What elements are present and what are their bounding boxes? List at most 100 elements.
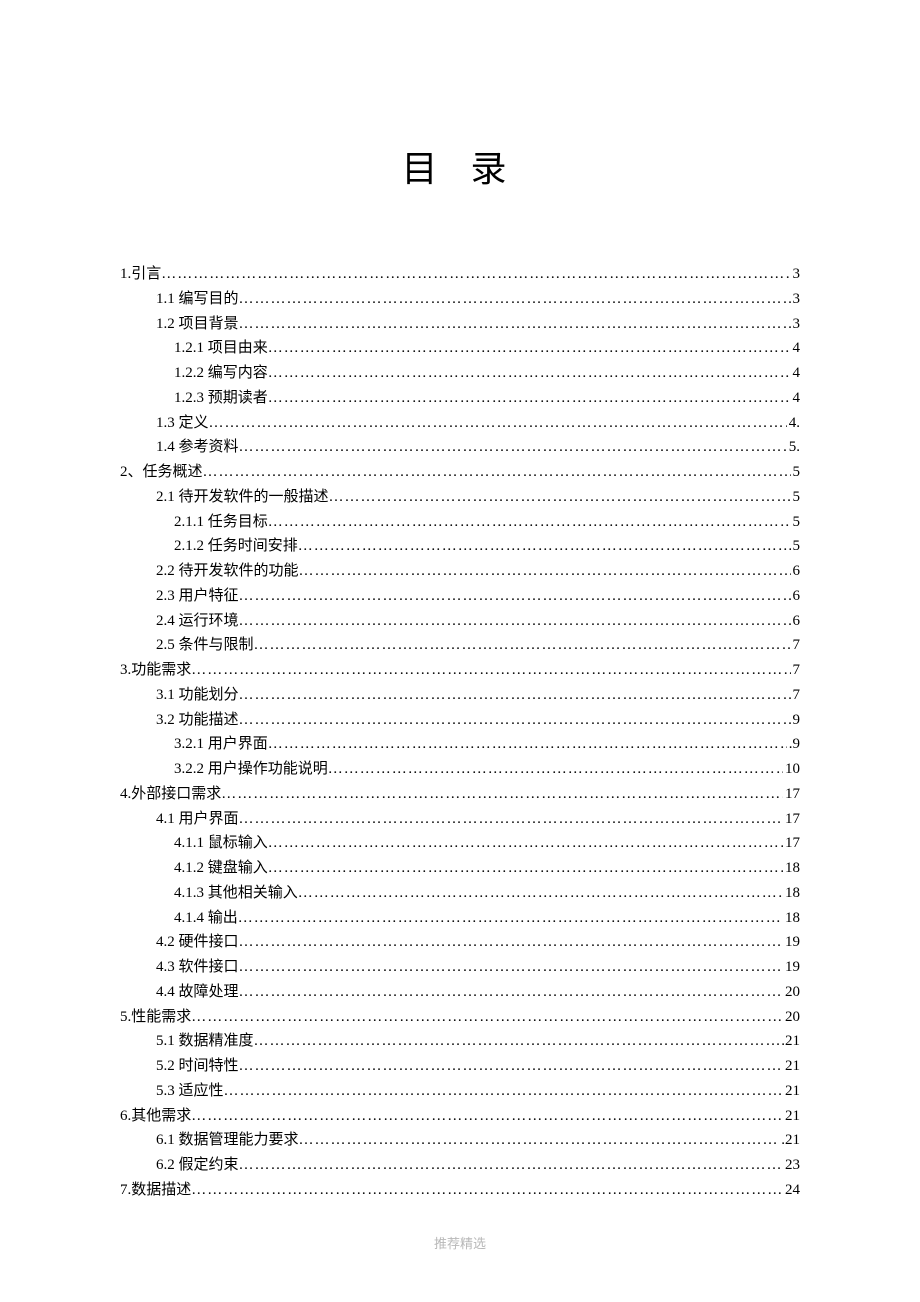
toc-page-number: 3 bbox=[791, 287, 801, 312]
toc-page-number: 17 bbox=[783, 831, 800, 856]
toc-page-number: 5 bbox=[791, 485, 801, 510]
toc-leader-dots bbox=[239, 1054, 783, 1079]
toc-entry: 4.1 用户界面17 bbox=[120, 807, 800, 832]
toc-leader-dots bbox=[239, 683, 791, 708]
toc-entry: 2.5 条件与限制 7 bbox=[120, 633, 800, 658]
toc-entry: 1.2.2 编写内容4 bbox=[120, 361, 800, 386]
toc-entry: 2.1.2 任务时间安排5 bbox=[120, 534, 800, 559]
toc-page-number: 9 bbox=[791, 708, 801, 733]
toc-leader-dots bbox=[239, 708, 791, 733]
toc-label: 1.2.3 预期读者 bbox=[174, 386, 268, 411]
toc-leader-dots bbox=[268, 386, 791, 411]
toc-label: 2.3 用户特征 bbox=[156, 584, 239, 609]
toc-entry: 3.2.2 用户操作功能说明 10 bbox=[120, 757, 800, 782]
toc-page-number: 4 bbox=[791, 386, 801, 411]
toc-leader-dots bbox=[239, 930, 783, 955]
toc-leader-dots bbox=[191, 1005, 783, 1030]
toc-entry: 5.2 时间特性21 bbox=[120, 1054, 800, 1079]
toc-page-number: 7 bbox=[791, 658, 801, 683]
toc-entry: 5.1 数据精准度.21 bbox=[120, 1029, 800, 1054]
toc-leader-dots bbox=[209, 411, 787, 436]
toc-entry: 3.1 功能划分7 bbox=[120, 683, 800, 708]
toc-page-number: 7 bbox=[791, 633, 801, 658]
toc-entry: 1.3 定义4. bbox=[120, 411, 800, 436]
toc-label: 1.2 项目背景 bbox=[156, 312, 239, 337]
toc-entry: 1.2 项目背景 3 bbox=[120, 312, 800, 337]
toc-label: 4.1.1 鼠标输入 bbox=[174, 831, 268, 856]
toc-entry: 6.2 假定约束 23 bbox=[120, 1153, 800, 1178]
toc-entry: 2.1.1 任务目标 5 bbox=[120, 510, 800, 535]
toc-entry: 2、任务概述5 bbox=[120, 460, 800, 485]
toc-label: 1.2.1 项目由来 bbox=[174, 336, 268, 361]
toc-entry: 4.2 硬件接口19 bbox=[120, 930, 800, 955]
toc-label: 2.2 待开发软件的功能 bbox=[156, 559, 299, 584]
toc-page-number: 3 bbox=[791, 312, 801, 337]
toc-label: 1.4 参考资料 bbox=[156, 435, 239, 460]
toc-label: 1.引言 bbox=[120, 262, 161, 287]
toc-entry: 4.4 故障处理20 bbox=[120, 980, 800, 1005]
toc-label: 6.2 假定约束 bbox=[156, 1153, 239, 1178]
toc-page-number: 5. bbox=[787, 435, 800, 460]
toc-leader-dots bbox=[299, 559, 791, 584]
toc-page-number: 18 bbox=[783, 856, 800, 881]
toc-entry: 4.外部接口需求17 bbox=[120, 782, 800, 807]
toc-page-number: 17 bbox=[783, 807, 800, 832]
toc-leader-dots bbox=[254, 1029, 780, 1054]
toc-label: 4.1.2 键盘输入 bbox=[174, 856, 268, 881]
toc-leader-dots bbox=[191, 1104, 783, 1129]
toc-entry: 1.2.3 预期读者 4 bbox=[120, 386, 800, 411]
toc-label: 6.其他需求 bbox=[120, 1104, 191, 1129]
toc-leader-dots bbox=[268, 831, 783, 856]
toc-label: 4.1.3 其他相关输入 bbox=[174, 881, 298, 906]
toc-leader-dots bbox=[239, 1153, 783, 1178]
toc-page-number: 18 bbox=[783, 881, 800, 906]
toc-leader-dots bbox=[191, 1178, 783, 1203]
toc-label: 2.1.2 任务时间安排 bbox=[174, 534, 298, 559]
toc-entry: 3.2 功能描述9 bbox=[120, 708, 800, 733]
toc-page-number: 23 bbox=[783, 1153, 800, 1178]
toc-page-number: 10 bbox=[783, 757, 800, 782]
toc-page-number: 3 bbox=[791, 262, 801, 287]
toc-leader-dots bbox=[191, 658, 790, 683]
toc-leader-dots bbox=[254, 633, 791, 658]
toc-page-number: 19 bbox=[783, 930, 800, 955]
toc-entry: 3.功能需求7 bbox=[120, 658, 800, 683]
toc-page-number: .21 bbox=[779, 1029, 800, 1054]
toc-entry: 5.性能需求20 bbox=[120, 1005, 800, 1030]
toc-leader-dots bbox=[239, 312, 791, 337]
toc-page-number: 20 bbox=[783, 1005, 800, 1030]
toc-leader-dots bbox=[238, 906, 783, 931]
toc-leader-dots bbox=[268, 856, 783, 881]
toc-leader-dots bbox=[268, 336, 791, 361]
toc-leader-dots bbox=[239, 807, 783, 832]
toc-label: 3.1 功能划分 bbox=[156, 683, 239, 708]
toc-label: 3.2.2 用户操作功能说明 bbox=[174, 757, 328, 782]
toc-entry: 1.2.1 项目由来4 bbox=[120, 336, 800, 361]
toc-label: 3.2.1 用户界面 bbox=[174, 732, 268, 757]
toc-label: 2、任务概述 bbox=[120, 460, 203, 485]
toc-page-number: 21 bbox=[783, 1079, 800, 1104]
toc-page-number: 24 bbox=[783, 1178, 800, 1203]
toc-entry: 1.引言 3 bbox=[120, 262, 800, 287]
toc-entry: 2.3 用户特征6 bbox=[120, 584, 800, 609]
toc-page-number: 5 bbox=[791, 510, 801, 535]
toc-page-number: 21 bbox=[783, 1054, 800, 1079]
toc-page-number: .21 bbox=[779, 1128, 800, 1153]
toc-page-number: 21 bbox=[783, 1104, 800, 1129]
toc-entry: 4.1.3 其他相关输入 18 bbox=[120, 881, 800, 906]
toc-page-number: 17 bbox=[783, 782, 800, 807]
toc-entry: 4.3 软件接口19 bbox=[120, 955, 800, 980]
toc-page-number: 18 bbox=[783, 906, 800, 931]
toc-leader-dots bbox=[161, 262, 790, 287]
toc-entry: 2.4 运行环境6 bbox=[120, 609, 800, 634]
toc-page-number: 4 bbox=[791, 361, 801, 386]
toc-label: 6.1 数据管理能力要求 bbox=[156, 1128, 299, 1153]
toc-leader-dots bbox=[239, 435, 787, 460]
toc-page-number: 6 bbox=[791, 559, 801, 584]
page-footer: 推荐精选 bbox=[0, 1233, 920, 1252]
toc-leader-dots bbox=[298, 534, 791, 559]
toc-label: 2.5 条件与限制 bbox=[156, 633, 254, 658]
toc-leader-dots bbox=[239, 955, 783, 980]
toc-entry: 5.3 适应性21 bbox=[120, 1079, 800, 1104]
toc-label: 2.1.1 任务目标 bbox=[174, 510, 268, 535]
